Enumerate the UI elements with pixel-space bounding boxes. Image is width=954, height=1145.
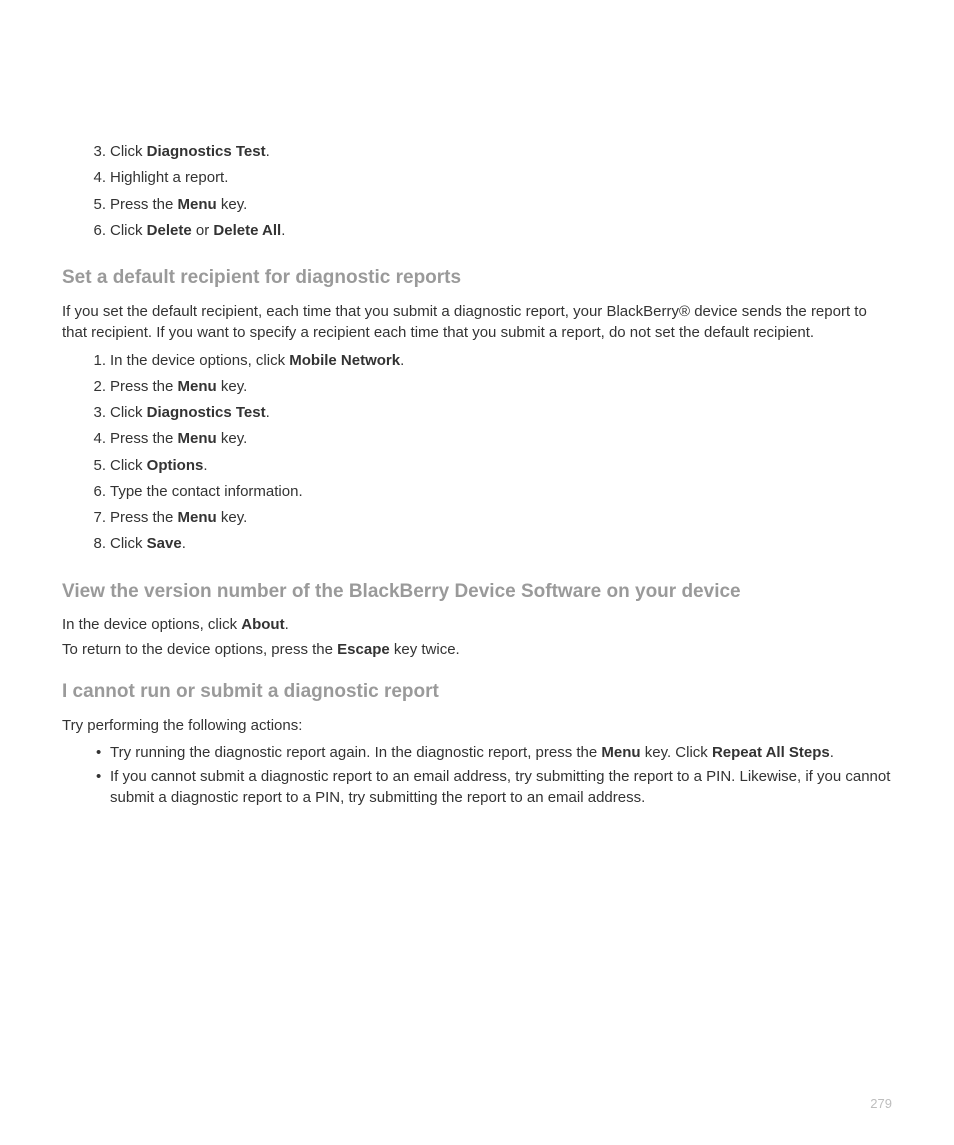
list-number: 3. [86,140,106,163]
bold-text: Options [147,457,204,474]
document-page: 3.Click Diagnostics Test.4.Highlight a r… [0,0,954,892]
list-item: 6.Type the contact information. [110,480,892,503]
list-item: 1.In the device options, click Mobile Ne… [110,349,892,372]
text: Click [110,535,147,552]
paragraph: If you set the default recipient, each t… [62,301,892,343]
text: In the device options, click [62,616,241,633]
text: To return to the device options, press t… [62,641,337,658]
list-item: 8.Click Save. [110,532,892,555]
text: key. [217,378,248,395]
list-item: 4.Press the Menu key. [110,427,892,450]
list-number: 6. [86,219,106,242]
text: Press the [110,196,178,213]
list-item: 5.Press the Menu key. [110,193,892,216]
bold-text: Diagnostics Test [147,404,266,421]
text: Click [110,222,147,239]
paragraph: In the device options, click About. [62,614,892,635]
list-number: 4. [86,166,106,189]
section-body: In the device options, click About. To re… [62,614,892,660]
text: In the device options, click [110,352,289,369]
bold-text: Menu [178,509,217,526]
text: key twice. [390,641,460,658]
text: Press the [110,378,178,395]
list-number: 2. [86,375,106,398]
text: key. [217,430,248,447]
heading-view-version: View the version number of the BlackBerr… [62,580,892,605]
text: . [203,457,207,474]
bold-text: Menu [601,744,640,761]
bold-text: Diagnostics Test [147,143,266,160]
text: Click [110,457,147,474]
text: . [830,744,834,761]
list-number: 5. [86,454,106,477]
text: . [281,222,285,239]
text: key. [217,196,248,213]
text: Highlight a report. [110,169,228,186]
list-number: 4. [86,427,106,450]
list-item: 2.Press the Menu key. [110,375,892,398]
section-intro: If you set the default recipient, each t… [62,301,892,343]
text: Type the contact information. [110,483,303,500]
text: key. [217,509,248,526]
list-item: 7.Press the Menu key. [110,506,892,529]
ordered-list: 1.In the device options, click Mobile Ne… [62,349,892,556]
text: . [182,535,186,552]
list-item: 6.Click Delete or Delete All. [110,219,892,242]
text: . [266,404,270,421]
bold-text: Menu [178,196,217,213]
text: . [400,352,404,369]
text: Click [110,143,147,160]
list-item: Try running the diagnostic report again.… [110,742,892,763]
text: or [192,222,214,239]
section-intro: Try performing the following actions: [62,715,892,736]
list-item: 5.Click Options. [110,454,892,477]
bold-text: Save [147,535,182,552]
text: If you cannot submit a diagnostic report… [110,768,890,806]
text: Try running the diagnostic report again.… [110,744,601,761]
ordered-list: 3.Click Diagnostics Test.4.Highlight a r… [62,140,892,242]
list-number: 5. [86,193,106,216]
heading-cannot-run-submit: I cannot run or submit a diagnostic repo… [62,680,892,705]
bold-text: Mobile Network [289,352,400,369]
text: Click [110,404,147,421]
bold-text: Menu [178,378,217,395]
text: . [285,616,289,633]
bold-text: Repeat All Steps [712,744,830,761]
bold-text: About [241,616,284,633]
paragraph: To return to the device options, press t… [62,639,892,660]
text: key. Click [641,744,712,761]
text: . [266,143,270,160]
text: Press the [110,430,178,447]
list-item: 3.Click Diagnostics Test. [110,140,892,163]
text: Press the [110,509,178,526]
list-number: 7. [86,506,106,529]
list-item: If you cannot submit a diagnostic report… [110,766,892,808]
bold-text: Delete [147,222,192,239]
list-item: 4.Highlight a report. [110,166,892,189]
heading-set-default-recipient: Set a default recipient for diagnostic r… [62,266,892,291]
bulleted-list: Try running the diagnostic report again.… [62,742,892,808]
list-number: 3. [86,401,106,424]
bold-text: Menu [178,430,217,447]
list-number: 6. [86,480,106,503]
list-item: 3.Click Diagnostics Test. [110,401,892,424]
bold-text: Escape [337,641,390,658]
list-number: 1. [86,349,106,372]
bold-text: Delete All [213,222,281,239]
page-number: 279 [870,1096,892,1111]
list-number: 8. [86,532,106,555]
